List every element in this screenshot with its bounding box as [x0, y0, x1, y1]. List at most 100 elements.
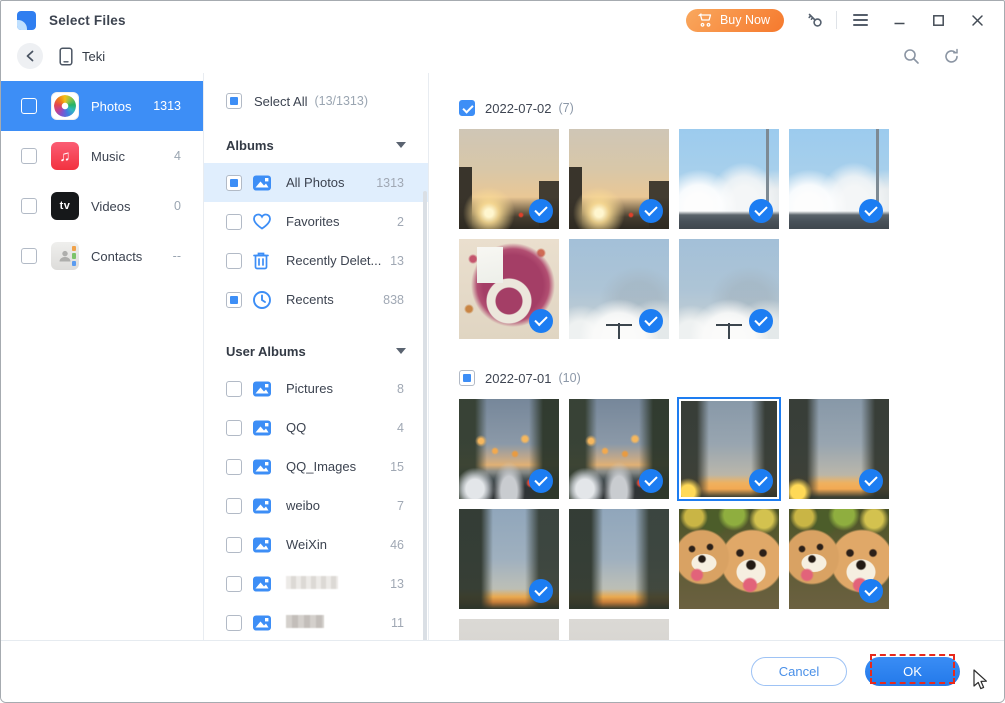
- album-label-redacted: [286, 614, 324, 631]
- album-checkbox[interactable]: [226, 291, 242, 308]
- select-all-progress: (13/1313): [314, 94, 368, 108]
- albums-scrollbar[interactable]: [423, 191, 427, 640]
- photo-thumbnail-cloudy-sky-lamp[interactable]: [569, 239, 669, 339]
- album-icon: [252, 173, 272, 193]
- sidebar-item-music[interactable]: ♫ Music 4: [1, 131, 203, 181]
- photo-thumbnail-sunset-trees-lamp[interactable]: [679, 399, 779, 499]
- photo-thumbnail-sunset-street-buildings[interactable]: [459, 129, 559, 229]
- album-section-header: Albums: [204, 135, 428, 155]
- photo-thumbnail-two-dogs[interactable]: [679, 509, 779, 609]
- album-icon: [252, 418, 272, 438]
- photo-thumbnail-blue-sky-clouds-pole[interactable]: [789, 129, 889, 229]
- album-row-redacted[interactable]: 11: [204, 603, 428, 640]
- sidebar-item-label: Contacts: [91, 248, 143, 264]
- sidebar-item-count: 4: [174, 149, 181, 163]
- album-count: 46: [390, 537, 404, 552]
- back-button[interactable]: [17, 43, 43, 69]
- menu-icon[interactable]: [847, 7, 873, 33]
- music-app-icon: ♫: [51, 142, 79, 170]
- photo-thumbnail-blue-sky-clouds-pole[interactable]: [679, 129, 779, 229]
- sidebar-item-photos[interactable]: Photos 1313: [1, 81, 203, 131]
- album-label: Recently Delet...: [286, 253, 382, 268]
- minimize-button[interactable]: [886, 7, 912, 33]
- album-row-recently-delet-[interactable]: Recently Delet... 13: [204, 241, 428, 280]
- photo-thumbnail-cloudy-sky-lamp[interactable]: [679, 239, 779, 339]
- chevron-down-icon[interactable]: [396, 348, 406, 354]
- date-group-count: (7): [558, 101, 574, 115]
- album-row-qq[interactable]: QQ 4: [204, 408, 428, 447]
- sidebar-item-contacts[interactable]: Contacts --: [1, 231, 203, 281]
- album-checkbox[interactable]: [226, 252, 242, 269]
- ok-label: OK: [903, 664, 922, 679]
- sidebar-checkbox-contacts[interactable]: [21, 248, 37, 264]
- album-label: Pictures: [286, 381, 333, 396]
- album-label: Favorites: [286, 214, 340, 229]
- photo-thumbnail-dusk-traffic[interactable]: [459, 399, 559, 499]
- album-icon: [252, 535, 272, 555]
- checkmark-badge-icon: [639, 309, 663, 333]
- photo-group-2022-07-01: 2022-07-01 (10): [459, 370, 1004, 640]
- album-row-recents[interactable]: Recents 838: [204, 280, 428, 319]
- search-icon[interactable]: [898, 43, 924, 69]
- sidebar-checkbox-videos[interactable]: [21, 198, 37, 214]
- photo-thumbnail-sunset-street-buildings[interactable]: [569, 129, 669, 229]
- photo-thumbnail-pink-plush-toy[interactable]: [459, 239, 559, 339]
- date-group-checkbox[interactable]: [459, 370, 475, 386]
- refresh-icon[interactable]: [938, 43, 964, 69]
- sidebar-checkbox-music[interactable]: [21, 148, 37, 164]
- close-button[interactable]: [964, 7, 990, 33]
- album-count: 11: [391, 615, 404, 630]
- checkmark-badge-icon: [749, 469, 773, 493]
- album-checkbox[interactable]: [226, 458, 242, 475]
- sidebar-item-count: 1313: [153, 99, 181, 113]
- album-checkbox[interactable]: [226, 575, 242, 592]
- album-row-redacted[interactable]: 13: [204, 564, 428, 603]
- cancel-button[interactable]: Cancel: [751, 657, 847, 686]
- tv-app-icon: tv: [51, 192, 79, 220]
- photo-thumbnail-portrait-partial[interactable]: [569, 619, 669, 640]
- album-checkbox[interactable]: [226, 380, 242, 397]
- photo-thumbnail-portrait-partial[interactable]: [459, 619, 559, 640]
- album-checkbox[interactable]: [226, 174, 242, 191]
- photo-thumbnail-two-dogs[interactable]: [789, 509, 889, 609]
- ok-button[interactable]: OK: [865, 654, 960, 686]
- album-row-all-photos[interactable]: All Photos 1313: [204, 163, 428, 202]
- mouse-cursor: [972, 669, 992, 691]
- sidebar-item-videos[interactable]: tv Videos 0: [1, 181, 203, 231]
- album-checkbox[interactable]: [226, 536, 242, 553]
- category-sidebar: Photos 1313 ♫ Music 4 tv Videos 0 Contacts --: [1, 73, 204, 640]
- chevron-down-icon[interactable]: [396, 142, 406, 148]
- album-row-qq-images[interactable]: QQ_Images 15: [204, 447, 428, 486]
- photo-grid-area: 2022-07-02 (7) 2022-07-01 (10): [429, 73, 1004, 640]
- select-all-row[interactable]: Select All (13/1313): [204, 89, 428, 113]
- maximize-button[interactable]: [925, 7, 951, 33]
- album-checkbox[interactable]: [226, 213, 242, 230]
- photo-thumbnail-sunset-trees[interactable]: [569, 509, 669, 609]
- album-row-pictures[interactable]: Pictures 8: [204, 369, 428, 408]
- album-row-favorites[interactable]: Favorites 2: [204, 202, 428, 241]
- album-checkbox[interactable]: [226, 419, 242, 436]
- heart-icon: [252, 212, 272, 231]
- contacts-app-icon: [51, 242, 79, 270]
- album-count: 13: [390, 253, 404, 268]
- album-checkbox[interactable]: [226, 614, 242, 631]
- album-row-weixin[interactable]: WeiXin 46: [204, 525, 428, 564]
- sidebar-checkbox-photos[interactable]: [21, 98, 37, 114]
- date-group-checkbox[interactable]: [459, 100, 475, 116]
- checkmark-badge-icon: [529, 199, 553, 223]
- buy-now-button[interactable]: Buy Now: [685, 8, 784, 32]
- key-register-icon[interactable]: [802, 7, 828, 33]
- album-icon: [252, 457, 272, 477]
- footer-bar: Cancel OK: [1, 640, 1004, 702]
- photo-thumbnail-sunset-trees-lamp[interactable]: [789, 399, 889, 499]
- album-count: 8: [397, 381, 404, 396]
- album-checkbox[interactable]: [226, 497, 242, 514]
- select-all-checkbox[interactable]: [226, 93, 242, 109]
- title-bar: Select Files Buy Now: [1, 1, 1004, 39]
- album-row-weibo[interactable]: weibo 7: [204, 486, 428, 525]
- album-icon: [252, 574, 272, 594]
- photo-thumbnail-dusk-traffic[interactable]: [569, 399, 669, 499]
- buy-now-label: Buy Now: [719, 13, 770, 27]
- photo-thumbnail-sunset-trees[interactable]: [459, 509, 559, 609]
- album-section-title: User Albums: [226, 343, 306, 359]
